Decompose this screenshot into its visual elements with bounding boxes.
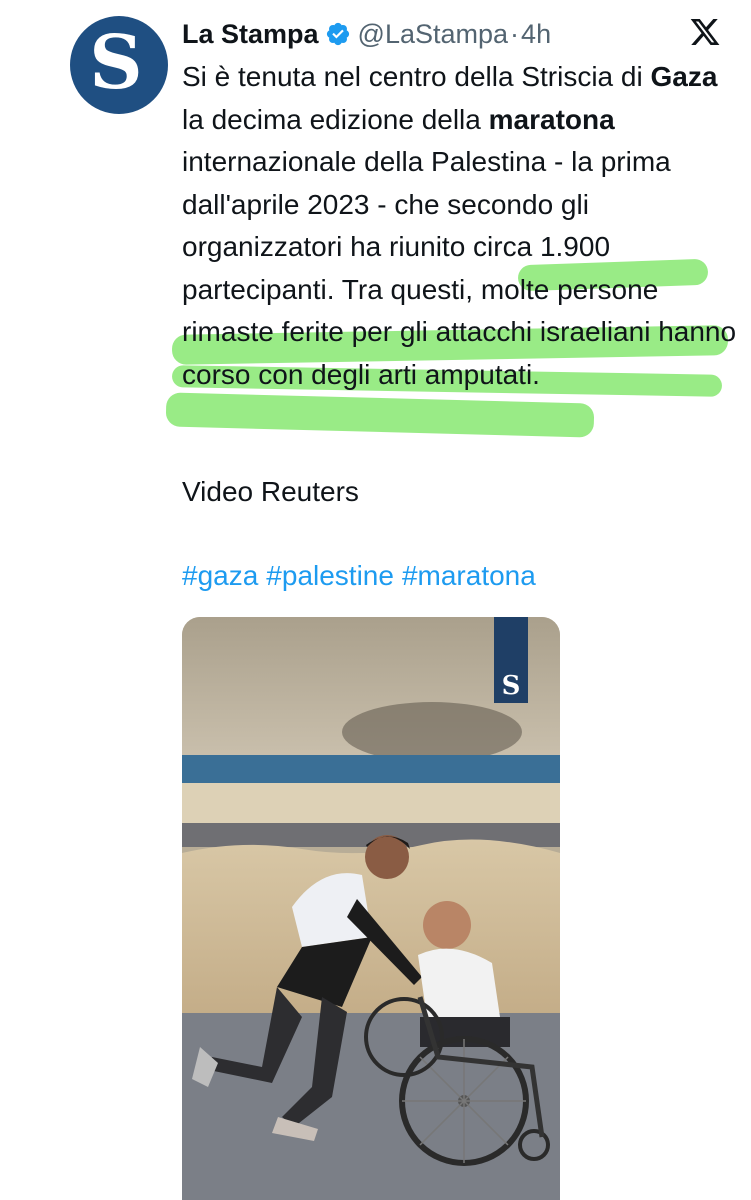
- text-segment: la decima edizione della: [182, 103, 489, 135]
- video-credit: Video Reuters: [182, 476, 359, 507]
- x-logo-icon[interactable]: [688, 16, 722, 48]
- video-frame: [182, 617, 560, 1200]
- watermark-logo: S: [494, 617, 528, 703]
- text-segment: Si è tenuta nel centro della Striscia di: [182, 61, 651, 92]
- author-name[interactable]: La Stampa: [182, 19, 319, 50]
- avatar-letter: S: [89, 20, 143, 106]
- separator: ·: [510, 18, 520, 49]
- hashtag-link[interactable]: #gaza: [182, 560, 258, 591]
- tweet-text: Si è tenuta nel centro della Striscia di…: [182, 56, 742, 396]
- author-handle[interactable]: @LaStampa: [358, 19, 509, 50]
- hashtag-link[interactable]: #palestine: [266, 560, 394, 591]
- text-bold-gaza: Gaza: [650, 61, 718, 92]
- watermark-letter: S: [501, 671, 521, 701]
- video-player[interactable]: S: [182, 617, 560, 1200]
- highlight-stroke: [165, 392, 595, 438]
- hashtag-link[interactable]: #maratona: [402, 560, 536, 591]
- hashtags: #gaza #palestine #maratona: [182, 560, 544, 592]
- verified-badge-icon: [326, 22, 349, 46]
- timestamp[interactable]: 4h: [521, 19, 551, 50]
- avatar[interactable]: S: [70, 16, 168, 114]
- text-segment: internazionale della Palestina - la prim…: [182, 146, 737, 390]
- tweet-header: La Stampa @LaStampa · 4h: [182, 14, 551, 54]
- text-bold-maratona: maratona: [488, 103, 615, 135]
